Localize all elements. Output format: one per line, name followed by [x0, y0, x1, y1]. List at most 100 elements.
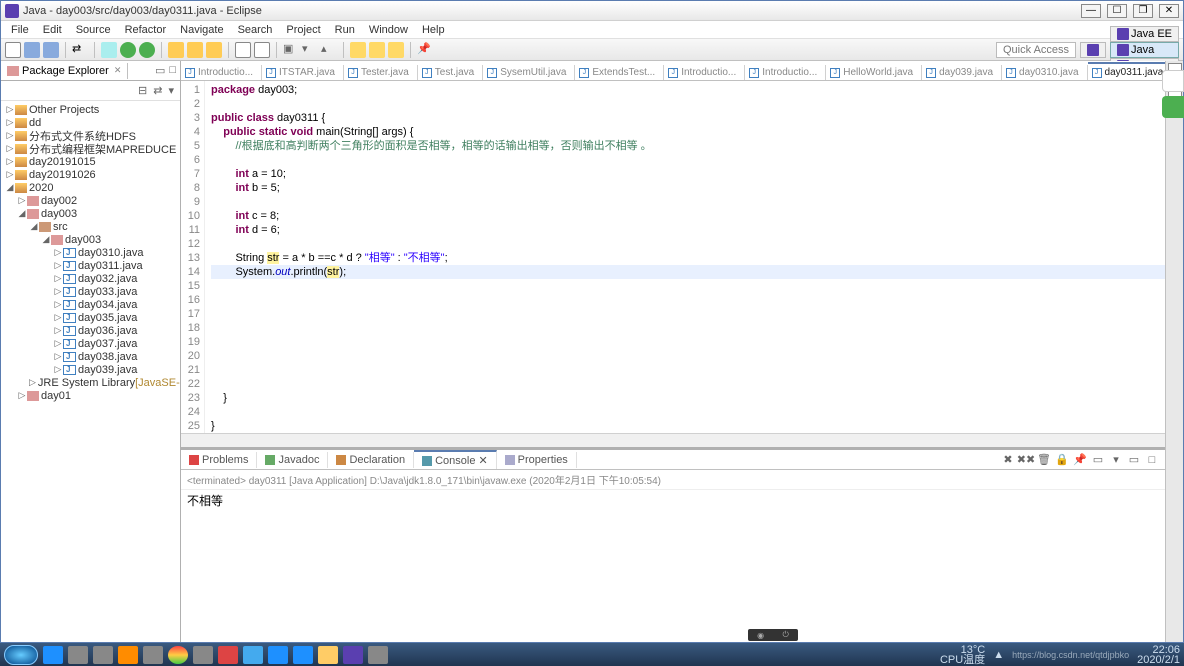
tree-expand-icon[interactable]: ◢	[29, 221, 39, 232]
taskbar-ie-icon[interactable]	[43, 646, 63, 664]
taskbar-folder-icon[interactable]	[318, 646, 338, 664]
close-view-icon[interactable]: ✕	[114, 65, 122, 76]
bottom-tab-properties[interactable]: Properties	[497, 452, 577, 468]
editor-tab[interactable]: JTester.java	[344, 65, 418, 80]
tree-expand-icon[interactable]: ▷	[53, 312, 63, 323]
code-line[interactable]: //根据底和高判断两个三角形的面积是否相等，相等的话输出相等，否则输出不相等 。	[211, 139, 1165, 153]
tray-net-icon[interactable]: ▲	[993, 649, 1004, 661]
taskbar-edge-icon[interactable]	[268, 646, 288, 664]
menu-help[interactable]: Help	[416, 24, 451, 36]
editor-tab[interactable]: JITSTAR.java	[262, 65, 344, 80]
package-explorer-tab[interactable]: Package Explorer ✕	[1, 63, 128, 79]
tree-node[interactable]: ◢day003	[1, 207, 180, 220]
max-icon[interactable]: □	[1145, 453, 1159, 467]
tree-node[interactable]: ▷day034.java	[1, 298, 180, 311]
editor-tab[interactable]: JTest.java	[418, 65, 483, 80]
pin-button[interactable]: 📌	[417, 42, 433, 58]
editor-tab[interactable]: JExtendsTest...	[575, 65, 664, 80]
open-perspective-button[interactable]	[1080, 42, 1106, 58]
taskbar-app-icon[interactable]	[218, 646, 238, 664]
float-widget-2[interactable]	[1162, 96, 1184, 118]
perspective-java[interactable]: Java	[1110, 42, 1179, 58]
tree-node[interactable]: ▷day035.java	[1, 311, 180, 324]
link-editor-icon[interactable]: ⇄	[153, 84, 162, 97]
minimize-view-icon[interactable]: ▭	[155, 64, 165, 77]
tree-expand-icon[interactable]: ▷	[5, 169, 15, 180]
save-all-button[interactable]	[43, 42, 59, 58]
code-line[interactable]	[211, 195, 1165, 209]
code-line[interactable]	[211, 293, 1165, 307]
restore-button[interactable]: ❐	[1133, 4, 1153, 18]
menu-source[interactable]: Source	[70, 24, 117, 36]
switch-button[interactable]: ⇄	[72, 42, 88, 58]
editor-tab[interactable]: JSysemUtil.java	[483, 65, 575, 80]
clear-icon[interactable]: 🗑	[1037, 453, 1051, 467]
code-line[interactable]: }	[211, 391, 1165, 405]
taskbar-firefox-icon[interactable]	[118, 646, 138, 664]
code-line[interactable]	[211, 377, 1165, 391]
collapse-all-icon[interactable]: ⊟	[138, 84, 147, 97]
editor-tab[interactable]: JHelloWorld.java	[826, 65, 922, 80]
tree-node[interactable]: ▷day037.java	[1, 337, 180, 350]
bottom-tab-declaration[interactable]: Declaration	[328, 452, 414, 468]
tree-node[interactable]: ▷day036.java	[1, 324, 180, 337]
run-button[interactable]	[120, 42, 136, 58]
editor-tab[interactable]: Jday0310.java	[1002, 65, 1088, 80]
code-line[interactable]	[211, 237, 1165, 251]
new-package-button[interactable]	[187, 42, 203, 58]
back-button[interactable]	[369, 42, 385, 58]
code-line[interactable]: int a = 10;	[211, 167, 1165, 181]
remove-all-icon[interactable]: ✖✖	[1019, 453, 1033, 467]
tree-expand-icon[interactable]: ▷	[53, 351, 63, 362]
code-line[interactable]	[211, 97, 1165, 111]
menu-edit[interactable]: Edit	[37, 24, 68, 36]
tree-expand-icon[interactable]: ◢	[41, 234, 51, 245]
menu-window[interactable]: Window	[363, 24, 414, 36]
tree-expand-icon[interactable]: ▷	[53, 260, 63, 271]
tree-expand-icon[interactable]: ▷	[5, 117, 15, 128]
taskbar-app-icon[interactable]	[193, 646, 213, 664]
tree-node[interactable]: ▷分布式编程框架MAPREDUCE	[1, 142, 180, 155]
tree-expand-icon[interactable]: ▷	[53, 247, 63, 258]
tree-expand-icon[interactable]: ▷	[53, 286, 63, 297]
menu-search[interactable]: Search	[232, 24, 279, 36]
menu-run[interactable]: Run	[329, 24, 361, 36]
menu-refactor[interactable]: Refactor	[119, 24, 173, 36]
view-menu-icon[interactable]: ▾	[168, 84, 174, 97]
maximize-view-icon[interactable]: □	[169, 64, 176, 77]
taskbar-chrome-icon[interactable]	[168, 646, 188, 664]
maximize-button[interactable]: ☐	[1107, 4, 1127, 18]
editor-tab[interactable]: Jday039.java	[922, 65, 1002, 80]
build-button[interactable]	[168, 42, 184, 58]
pin-icon[interactable]: 📌	[1073, 453, 1087, 467]
prev-annotation-button[interactable]: ▴	[321, 42, 337, 58]
tree-expand-icon[interactable]: ◢	[17, 208, 27, 219]
code-line[interactable]	[211, 349, 1165, 363]
start-button[interactable]	[4, 645, 38, 665]
last-edit-button[interactable]	[350, 42, 366, 58]
min-icon[interactable]: ▭	[1127, 453, 1141, 467]
minimize-button[interactable]: ―	[1081, 4, 1101, 18]
code-line[interactable]	[211, 321, 1165, 335]
tree-expand-icon[interactable]: ▷	[5, 104, 15, 115]
new-class-button[interactable]	[206, 42, 222, 58]
tree-expand-icon[interactable]: ▷	[17, 390, 27, 401]
code-line[interactable]	[211, 307, 1165, 321]
editor-tab[interactable]: JIntroductio...	[664, 65, 745, 80]
tree-node[interactable]: ▷day033.java	[1, 285, 180, 298]
code-line[interactable]: public class day0311 {	[211, 111, 1165, 125]
save-button[interactable]	[24, 42, 40, 58]
next-annotation-button[interactable]: ▾	[302, 42, 318, 58]
tree-node[interactable]: ▷Other Projects	[1, 103, 180, 116]
display-icon[interactable]: ▭	[1091, 453, 1105, 467]
open-type-button[interactable]	[235, 42, 251, 58]
tree-node[interactable]: ◢src	[1, 220, 180, 233]
code-line[interactable]: String str = a * b ==c * d ? "相等" : "不相等…	[211, 251, 1165, 265]
code-area[interactable]: package day003;public class day0311 { pu…	[205, 81, 1165, 433]
coverage-button[interactable]	[139, 42, 155, 58]
tree-expand-icon[interactable]: ▷	[53, 299, 63, 310]
search-button[interactable]	[254, 42, 270, 58]
tree-expand-icon[interactable]: ▷	[53, 364, 63, 375]
taskbar-app-icon[interactable]	[68, 646, 88, 664]
tree-node[interactable]: ▷day0311.java	[1, 259, 180, 272]
